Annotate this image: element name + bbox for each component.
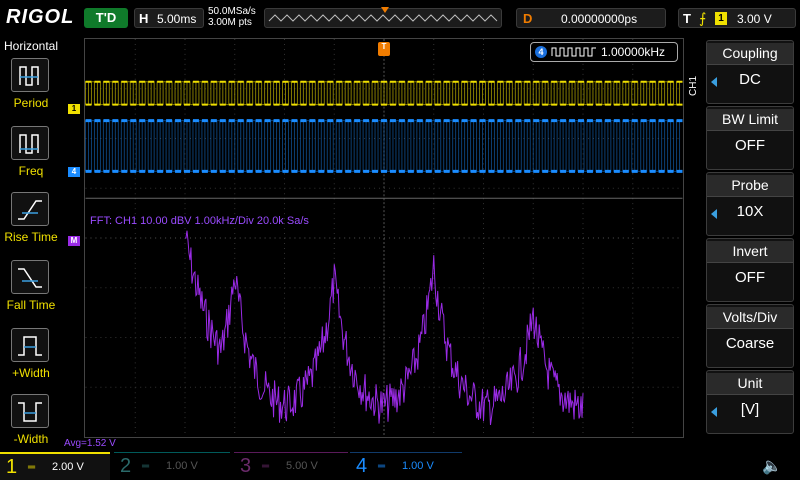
ch4-tab[interactable]: 4 ═ 1.00 V (350, 452, 462, 480)
ch1-waveform (85, 80, 683, 106)
pos-width-label: +Width (12, 366, 50, 380)
ch2-number: 2 (120, 455, 132, 477)
ch3-tab[interactable]: 3 ═ 5.00 V (234, 452, 348, 480)
avg-measurement: Avg=1.52 V (64, 438, 116, 449)
coupling-value: DC (739, 71, 761, 88)
unit-softkey[interactable]: Unit [V] (706, 370, 794, 434)
rising-edge-icon: ⨍ (699, 10, 707, 26)
channel-status-bar: 1 ═ 2.00 V 2 ═ 1.00 V 3 ═ 5.00 V 4 ═ 1.0… (0, 452, 800, 480)
memory-trigger-marker-icon (381, 7, 389, 13)
speaker-icon[interactable]: 🔈 (762, 456, 782, 476)
trigger-position-marker[interactable]: T (378, 42, 390, 56)
period-label: Period (13, 96, 49, 110)
frequency-counter[interactable]: 4 1.00000kHz (530, 42, 678, 62)
square-wave-icon (551, 47, 596, 57)
dc-coupling-icon: ═ (262, 461, 270, 472)
ch2-tab[interactable]: 2 ═ 1.00 V (114, 452, 230, 480)
measure-pos-width[interactable]: +Width (0, 326, 62, 390)
channel-menu: Coupling DC BW Limit OFF Probe 10X Inver… (704, 38, 800, 452)
sample-rate: 50.0MSa/s (208, 6, 256, 17)
ch1-tab[interactable]: 1 ═ 2.00 V (0, 452, 110, 480)
memory-depth: 3.00M pts (208, 17, 252, 28)
freq-icon (11, 126, 49, 160)
ch4-number: 4 (356, 455, 368, 477)
measure-fall-time[interactable]: Fall Time (0, 258, 62, 322)
dc-coupling-icon: ═ (142, 461, 150, 472)
delay-key: D (523, 11, 533, 26)
measure-period[interactable]: Period (0, 56, 62, 120)
horizontal-key: H (139, 11, 149, 26)
fall-time-label: Fall Time (6, 298, 56, 312)
rise-time-label: Rise Time (4, 230, 58, 244)
ch2-volts: 1.00 V (166, 460, 198, 472)
neg-width-icon (11, 394, 49, 428)
bw-limit-value: OFF (735, 137, 765, 154)
coupling-title: Coupling (707, 43, 793, 65)
horizontal-measure-menu: Horizontal Period Freq Rise Time Fall Ti… (0, 38, 62, 452)
ch1-number: 1 (6, 456, 18, 478)
probe-softkey[interactable]: Probe 10X (706, 172, 794, 236)
ch3-volts: 5.00 V (286, 460, 318, 472)
freq-label: Freq (18, 164, 44, 178)
dc-coupling-icon: ═ (28, 462, 36, 473)
bw-limit-softkey[interactable]: BW Limit OFF (706, 106, 794, 170)
left-menu-title: Horizontal (4, 39, 59, 53)
trigger-key: T (683, 11, 691, 26)
coupling-softkey[interactable]: Coupling DC (706, 40, 794, 104)
probe-value: 10X (736, 203, 764, 220)
invert-softkey[interactable]: Invert OFF (706, 238, 794, 302)
unit-title: Unit (707, 373, 793, 395)
brand-logo: RIGOL (6, 6, 75, 28)
acquisition-info: 50.0MSa/s 3.00M pts (208, 6, 256, 28)
counter-channel-badge: 4 (535, 46, 547, 58)
ch4-waveform (85, 119, 683, 173)
trigger-status-badge[interactable]: T'D (84, 8, 128, 28)
waveform-display[interactable] (84, 38, 684, 438)
memory-overview-strip[interactable] (264, 7, 502, 28)
horizontal-scale-box[interactable]: H 5.00ms (134, 8, 204, 28)
pos-width-icon (11, 328, 49, 362)
ch1-volts: 2.00 V (52, 461, 84, 473)
measure-rise-time[interactable]: Rise Time (0, 190, 62, 254)
trigger-box[interactable]: T ⨍ 1 3.00 V (678, 8, 796, 28)
bw-limit-title: BW Limit (707, 109, 793, 131)
ch3-number: 3 (240, 455, 252, 477)
fall-time-icon (11, 260, 49, 294)
invert-value: OFF (735, 269, 765, 286)
ch4-volts: 1.00 V (402, 460, 434, 472)
ch4-level-marker[interactable]: 4 (68, 167, 80, 177)
counter-frequency-value: 1.00000kHz (601, 45, 666, 59)
period-icon (11, 58, 49, 92)
measure-freq[interactable]: Freq (0, 124, 62, 188)
fft-marker[interactable]: M (68, 236, 80, 246)
rise-time-icon (11, 192, 49, 226)
invert-title: Invert (707, 241, 793, 263)
volts-div-value: Coarse (725, 335, 775, 352)
unit-value: [V] (740, 401, 760, 418)
trigger-source-badge: 1 (715, 12, 727, 25)
neg-width-label: -Width (13, 432, 49, 446)
ch1-level-marker[interactable]: 1 (68, 104, 80, 114)
probe-title: Probe (707, 175, 793, 197)
volts-div-softkey[interactable]: Volts/Div Coarse (706, 304, 794, 368)
delay-value: 0.00000000ps (561, 12, 638, 26)
measure-neg-width[interactable]: -Width (0, 392, 62, 456)
trigger-level-value: 3.00 V (737, 12, 772, 26)
delay-box[interactable]: D 0.00000000ps (516, 8, 666, 28)
channel-menu-tab: CH1 (688, 75, 699, 96)
fft-info-label: FFT: CH1 10.00 dBV 1.00kHz/Div 20.0k Sa/… (90, 215, 309, 227)
volts-div-title: Volts/Div (707, 307, 793, 329)
horizontal-scale-value: 5.00ms (157, 12, 197, 26)
dc-coupling-icon: ═ (378, 461, 386, 472)
